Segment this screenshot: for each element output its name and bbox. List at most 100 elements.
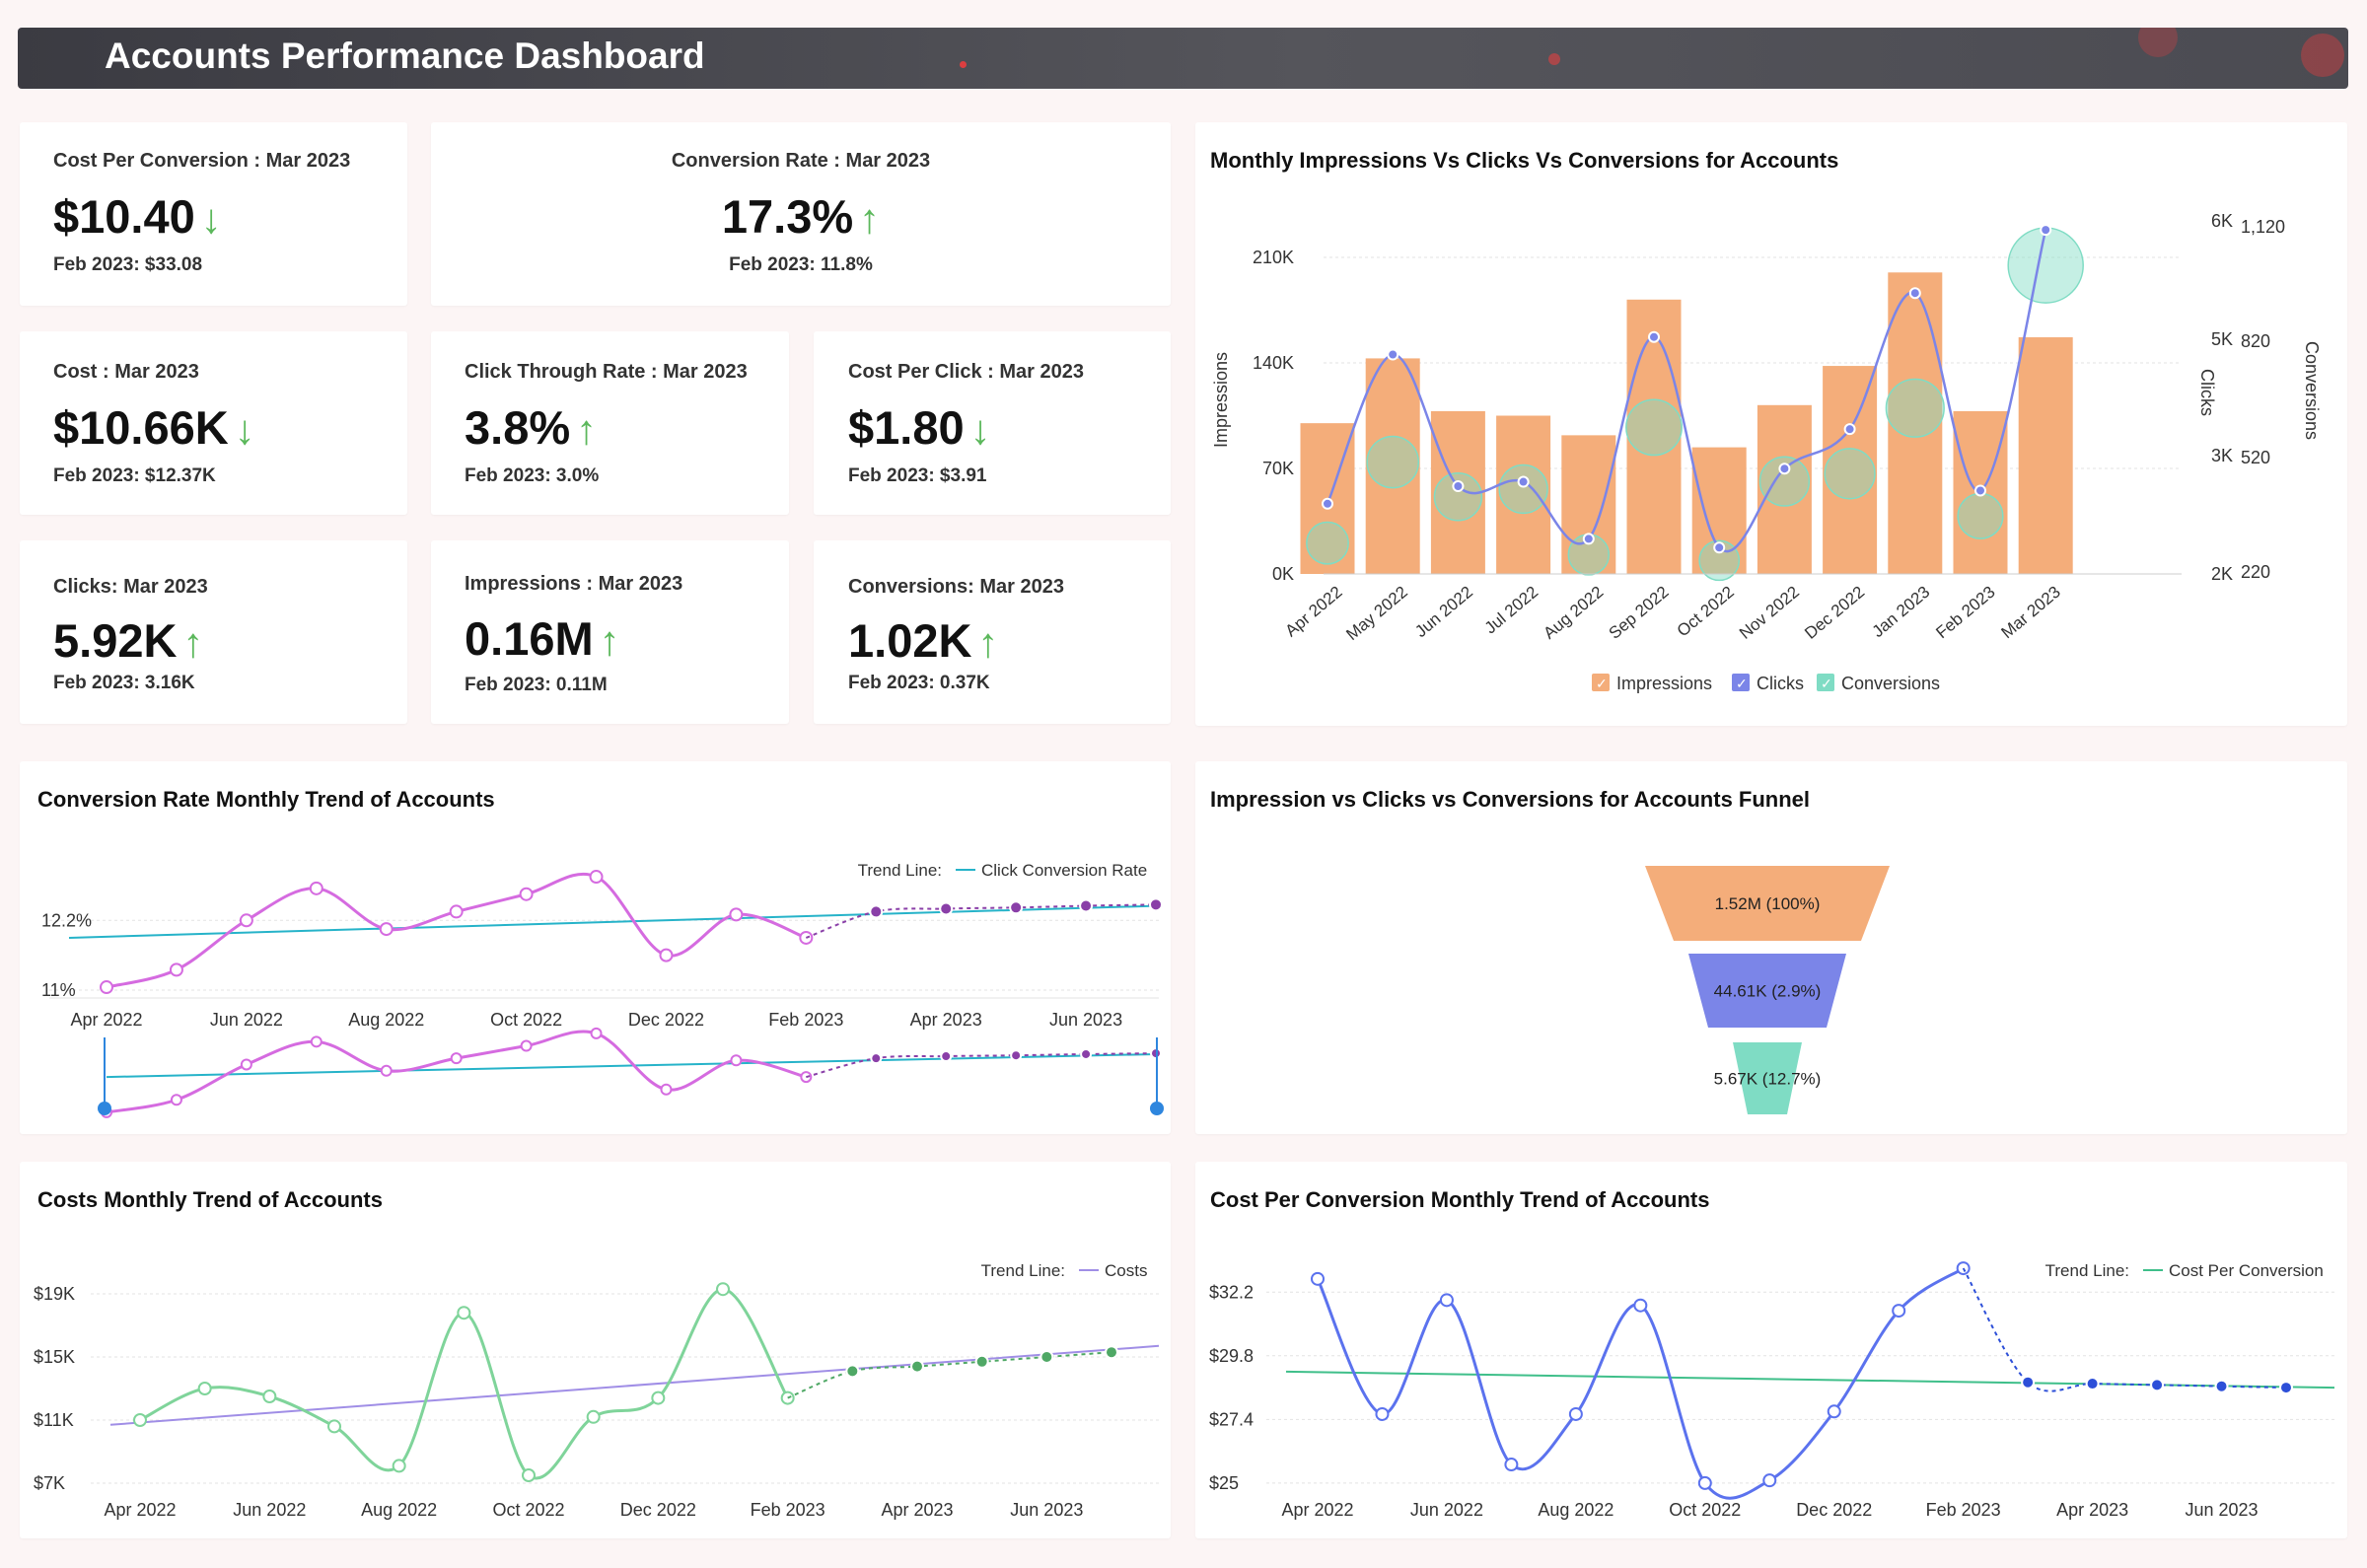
kpi-value: $10.66K ↓ — [53, 400, 255, 455]
x-tick-label: Apr 2022 — [70, 1010, 142, 1030]
legend-check-icon: ✓ — [1596, 676, 1608, 691]
legend-trend-label: Trend Line: — [858, 861, 942, 880]
navigator-point — [380, 1064, 393, 1077]
navigator-point — [730, 1054, 743, 1067]
clicks-point — [1778, 463, 1791, 475]
series-point — [309, 881, 323, 895]
conversions-bubble — [1306, 521, 1349, 565]
series-point — [522, 1468, 536, 1482]
x-tick-label: Apr 2022 — [1281, 1500, 1353, 1520]
kpi-previous: Feb 2023: 3.0% — [465, 465, 600, 486]
clicks-point — [1387, 348, 1399, 361]
series-point — [586, 1409, 601, 1424]
legend-check-icon: ✓ — [1821, 676, 1832, 691]
kpi-previous: Feb 2023: $12.37K — [53, 465, 216, 486]
conversions-bubble — [1957, 492, 2004, 539]
x-tick-label: Aug 2022 — [361, 1500, 437, 1520]
series-point — [1568, 1406, 1583, 1421]
arrow-up-icon: ↑ — [599, 617, 620, 664]
forecast-point — [974, 1354, 989, 1369]
costs-chart: $7K $11K $15K $19K Apr 2022 Jun 2022 Aug 2022 O… — [34, 1261, 1160, 1520]
forecast-point — [845, 1364, 860, 1379]
kpi-card-conversion-rate[interactable]: Conversion Rate : Mar 2023 17.3% ↑ Feb 20… — [431, 122, 1171, 306]
x-tick-label: Mar 2023 — [1998, 583, 2064, 643]
kpi-value: 5.92K ↑ — [53, 613, 203, 668]
series-point — [379, 922, 394, 937]
kpi-value-text: $10.40 — [53, 190, 195, 243]
forecast-point — [2021, 1375, 2036, 1390]
kpi-card-clicks[interactable]: Clicks: Mar 2023 5.92K ↑ Feb 2023: 3.16K — [20, 540, 407, 724]
x-tick-label: Feb 2023 — [768, 1010, 843, 1030]
kpi-previous: Feb 2023: $3.91 — [848, 465, 987, 486]
x-tick-label: Aug 2022 — [1540, 583, 1607, 643]
kpi-card-cost-per-conversion[interactable]: Cost Per Conversion : Mar 2023 $10.40 ↓ F… — [20, 122, 407, 306]
navigator-point — [450, 1052, 463, 1065]
forecast-point — [1040, 1350, 1054, 1364]
y2-tick-label: 2K — [2211, 564, 2233, 584]
kpi-card-impressions[interactable]: Impressions : Mar 2023 0.16M ↑ Feb 2023: … — [431, 540, 789, 724]
chart-card-monthly-combo: Monthly Impressions Vs Clicks Vs Convers… — [1195, 122, 2347, 726]
kpi-previous: Feb 2023: 3.16K — [53, 673, 195, 693]
arrow-down-icon: ↓ — [969, 406, 991, 453]
kpi-value-text: 0.16M — [465, 612, 594, 665]
x-tick-label: Apr 2022 — [1282, 583, 1346, 641]
legend-label: Cost Per Conversion — [2169, 1261, 2324, 1280]
x-tick-label: Jun 2023 — [2185, 1500, 2258, 1520]
series-point — [716, 1282, 730, 1297]
x-tick-label: Apr 2023 — [910, 1010, 982, 1030]
dashboard-header: Accounts Performance Dashboard — [18, 28, 2348, 89]
arrow-up-icon: ↑ — [859, 195, 881, 242]
navigator-point — [520, 1039, 533, 1052]
series-point — [133, 1413, 147, 1427]
kpi-label: Impressions : Mar 2023 — [465, 573, 683, 595]
forecast-point — [939, 901, 954, 916]
kpi-value-text: $1.80 — [848, 401, 965, 454]
conversions-bubble — [1625, 398, 1683, 457]
kpi-value: $10.40 ↓ — [53, 189, 222, 244]
x-tick-label: Feb 2023 — [1926, 1500, 2001, 1520]
header-decoration — [1548, 53, 1560, 65]
forecast-point — [2214, 1379, 2229, 1393]
kpi-value-text: 3.8% — [465, 401, 571, 454]
series-point — [1311, 1271, 1325, 1286]
y3-tick-label: 220 — [2241, 562, 2270, 582]
clicks-point — [1648, 330, 1660, 343]
conversions-bubble — [1366, 435, 1420, 489]
forecast-line — [1962, 1267, 2287, 1392]
legend-trend-label: Trend Line: — [2045, 1261, 2129, 1280]
kpi-card-conversions[interactable]: Conversions: Mar 2023 1.02K ↑ Feb 2023: 0… — [814, 540, 1171, 724]
header-decoration — [2138, 28, 2178, 57]
series-point — [262, 1390, 277, 1403]
x-tick-label: Dec 2022 — [1796, 1500, 1872, 1520]
y-tick-label: $7K — [34, 1473, 65, 1493]
navigator-point — [660, 1083, 673, 1096]
x-tick-label: Jul 2022 — [1481, 583, 1542, 638]
kpi-value-text: 1.02K — [848, 614, 972, 667]
forecast-point — [910, 1359, 924, 1374]
kpi-card-click-through-rate[interactable]: Click Through Rate : Mar 2023 3.8% ↑ Feb … — [431, 331, 789, 515]
series-point — [589, 870, 604, 885]
x-tick-label: Apr 2023 — [881, 1500, 953, 1520]
kpi-value: 3.8% ↑ — [465, 400, 597, 455]
conversions-bubble — [1885, 378, 1945, 438]
kpi-card-cost-per-click[interactable]: Cost Per Click : Mar 2023 $1.80 ↓ Feb 202… — [814, 331, 1171, 515]
y-tick-label: 11% — [41, 980, 76, 1000]
trend-line — [1285, 1370, 2335, 1390]
navigator-forecast-point — [940, 1050, 953, 1063]
conversions-bubble — [2007, 227, 2084, 304]
y-tick-label: $19K — [34, 1284, 75, 1304]
y3-axis-label: Conversions — [2302, 341, 2322, 440]
x-tick-label: Jun 2022 — [1411, 583, 1476, 642]
clicks-point — [1517, 475, 1530, 488]
y-tick-label: $25 — [1209, 1473, 1239, 1493]
kpi-label: Cost Per Conversion : Mar 2023 — [53, 150, 351, 172]
navigator-point — [590, 1027, 603, 1039]
conversions-bubble — [1498, 463, 1548, 515]
kpi-value: 17.3% ↑ — [431, 189, 1171, 244]
clicks-point — [1843, 423, 1856, 436]
clicks-point — [1974, 484, 1986, 497]
navigator-forecast-line — [806, 1052, 1157, 1079]
kpi-card-cost[interactable]: Cost : Mar 2023 $10.66K ↓ Feb 2023: $12.3… — [20, 331, 407, 515]
x-tick-label: May 2022 — [1342, 583, 1410, 645]
cost-per-conversion-chart: $25 $27.4 $29.8 $32.2 Apr 2022 Jun 2022 Aug 20… — [1209, 1261, 2335, 1520]
